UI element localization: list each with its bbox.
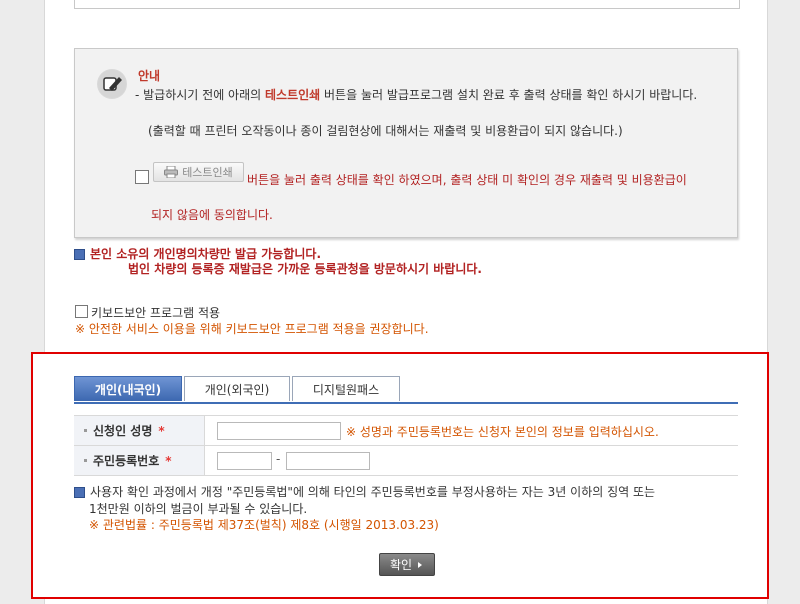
rrn-row: 주민등록번호 * - <box>74 446 738 476</box>
test-print-label: 테스트인쇄 <box>182 166 233 179</box>
tab-foreigner[interactable]: 개인(외국인) <box>184 376 290 401</box>
name-input[interactable] <box>217 422 341 440</box>
legal-warning-cont: 1천만원 이하의 벌금이 부과될 수 있습니다. <box>89 502 308 516</box>
keyboard-security-checkbox[interactable] <box>75 305 88 318</box>
agree-text-cont: 되지 않음에 동의합니다. <box>151 208 273 222</box>
rrn-back-input[interactable] <box>286 452 370 470</box>
printer-icon <box>164 166 179 178</box>
pencil-note-icon <box>97 69 127 99</box>
notice-title: 안내 <box>138 69 161 83</box>
confirm-label: 확인 <box>389 558 413 572</box>
applicant-form: 신청인 성명 * ※ 성명과 주민등록번호는 신청자 본인의 정보를 입력하십시오… <box>74 415 738 476</box>
corporate-notice: 법인 차량의 등록증 재발급은 가까운 등록관청을 방문하시기 바랍니다. <box>128 262 482 276</box>
tab-domestic[interactable]: 개인(내국인) <box>74 376 182 401</box>
test-print-button[interactable]: 테스트인쇄 <box>153 162 244 182</box>
bullet-icon <box>74 249 85 260</box>
keyboard-security-label: 키보드보안 프로그램 적용 <box>91 306 221 320</box>
notice-disclaimer: (출력할 때 프린터 오작동이나 종이 걸림현상에 대해서는 재출력 및 비용환… <box>148 124 623 138</box>
bullet-icon <box>74 487 85 498</box>
name-hint: ※ 성명과 주민등록번호는 신청자 본인의 정보를 입력하십시오. <box>346 425 659 439</box>
rrn-front-input[interactable] <box>217 452 272 470</box>
name-label: 신청인 성명 * <box>74 416 205 445</box>
agree-checkbox[interactable] <box>135 170 149 184</box>
name-row: 신청인 성명 * ※ 성명과 주민등록번호는 신청자 본인의 정보를 입력하십시오… <box>74 415 738 446</box>
id-type-tabs: 개인(내국인) 개인(외국인) 디지털원패스 <box>74 376 738 404</box>
keyboard-security-note: ※ 안전한 서비스 이용을 위해 키보드보안 프로그램 적용을 권장합니다. <box>75 322 429 336</box>
chevron-right-icon <box>418 561 423 568</box>
legal-warning: 사용자 확인 과정에서 개정 "주민등록법"에 의해 타인의 주민등록번호를 부… <box>74 484 714 500</box>
confirm-button[interactable]: 확인 <box>379 553 435 576</box>
tab-digital-onepass[interactable]: 디지털원패스 <box>292 376 400 401</box>
notice-instruction: - 발급하시기 전에 아래의 테스트인쇄 버튼을 눌러 발급프로그램 설치 완료… <box>135 88 698 102</box>
rrn-dash: - <box>276 452 281 466</box>
notice-box: 안내 - 발급하시기 전에 아래의 테스트인쇄 버튼을 눌러 발급프로그램 설치… <box>74 48 738 238</box>
top-section-edge <box>74 0 740 9</box>
rrn-label: 주민등록번호 * <box>74 446 205 475</box>
related-law: ※ 관련법률 : 주민등록법 제37조(벌칙) 제8호 (시행일 2013.03… <box>89 518 439 532</box>
